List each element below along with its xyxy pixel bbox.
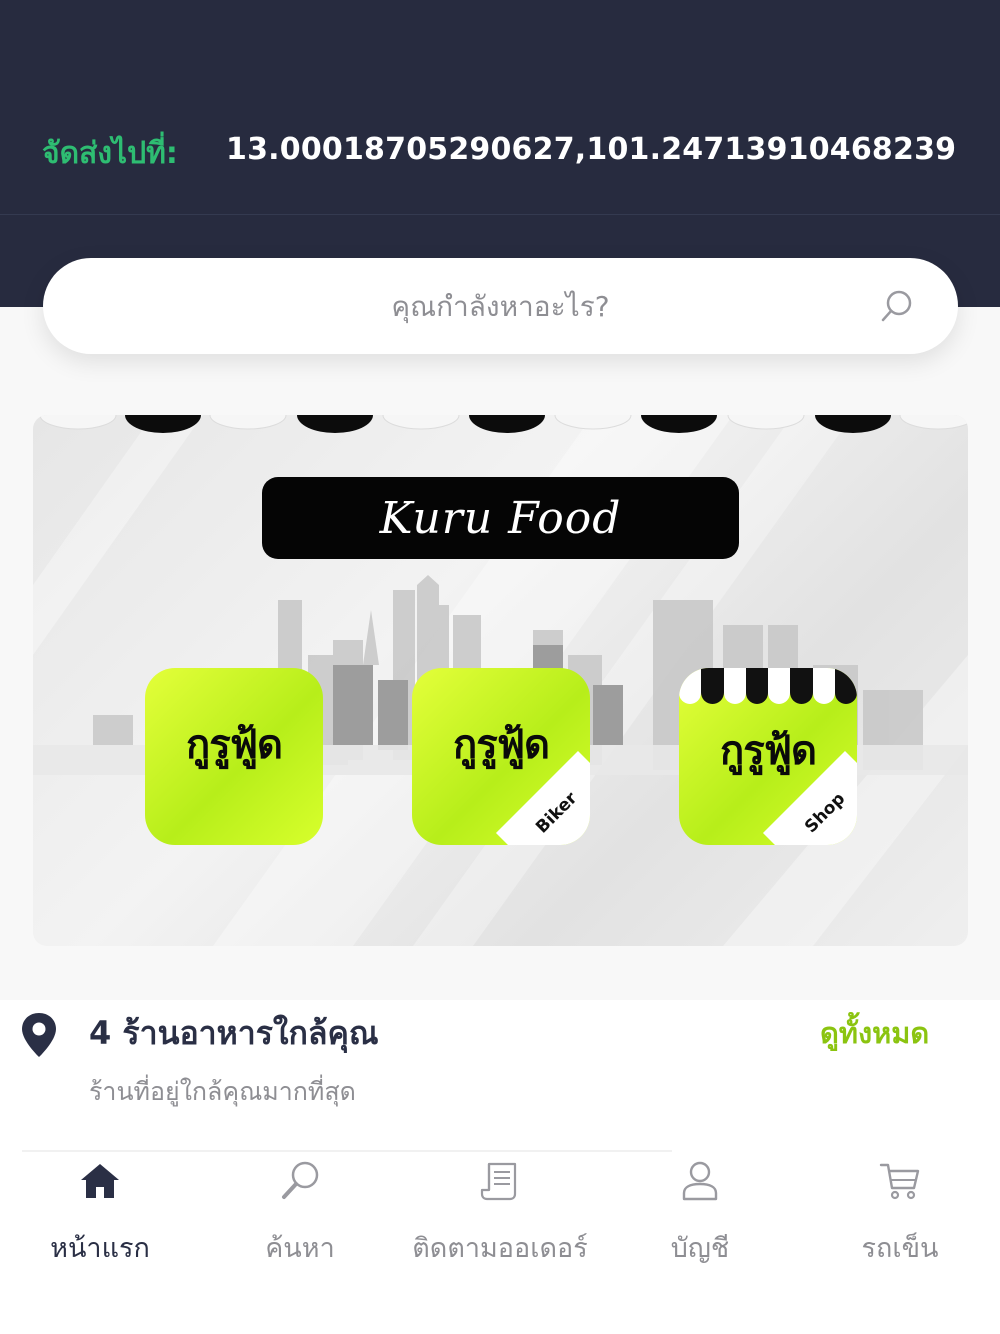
search-input[interactable] — [43, 258, 958, 354]
nearby-subtitle: ร้านที่อยู่ใกล้คุณมากที่สุด — [89, 1077, 356, 1106]
banner-title-box: Kuru Food — [262, 477, 739, 559]
nav-label-account: บัญชี — [670, 1233, 730, 1264]
bottom-navigation: หน้าแรก ค้นหา ติดตามออเดอร์ บัญชี รถเข็น — [0, 1150, 1000, 1334]
shop-awning — [679, 668, 857, 704]
deliver-to-label: จัดส่งไปที่: — [42, 136, 178, 171]
nav-label-search: ค้นหา — [265, 1233, 335, 1264]
home-icon — [81, 1164, 119, 1198]
nav-label-cart: รถเข็น — [861, 1233, 939, 1264]
banner-title: Kuru Food — [379, 492, 622, 544]
magnifier-icon — [282, 1161, 319, 1199]
location-pin-icon — [22, 1013, 56, 1057]
header-divider — [0, 214, 1000, 215]
kuru-food-app-tile[interactable]: กูรูฟู้ด — [145, 668, 323, 845]
receipt-icon — [480, 1162, 517, 1201]
nav-item-cart[interactable]: รถเข็น — [800, 1160, 1000, 1270]
nav-item-track-order[interactable]: ติดตามออเดอร์ — [400, 1160, 600, 1270]
cart-icon — [879, 1163, 920, 1200]
nav-item-search[interactable]: ค้นหา — [200, 1160, 400, 1270]
delivery-location[interactable]: 13.00018705290627,101.24713910468239 — [226, 132, 956, 167]
kuru-food-biker-app-tile[interactable]: กูรูฟู้ด Biker — [412, 668, 590, 845]
app-brand-text: กูรูฟู้ด — [186, 722, 283, 768]
nav-item-account[interactable]: บัญชี — [600, 1160, 800, 1270]
promo-banner[interactable]: Kuru Food กูรูฟู้ด กูรูฟู้ด Biker กูรูฟู… — [33, 415, 968, 946]
kuru-food-shop-app-tile[interactable]: กูรูฟู้ด Shop — [679, 668, 857, 845]
user-icon — [682, 1161, 718, 1201]
search-icon[interactable] — [880, 288, 916, 324]
see-all-link[interactable]: ดูทั้งหมด — [820, 1010, 929, 1056]
nav-item-home[interactable]: หน้าแรก — [0, 1160, 200, 1270]
nav-divider — [22, 1150, 672, 1152]
nearby-title: 4 ร้านอาหารใกล้คุณ — [89, 1014, 379, 1052]
nav-label-track-order: ติดตามออเดอร์ — [412, 1233, 588, 1264]
search-bar[interactable] — [43, 258, 958, 354]
nav-label-home: หน้าแรก — [50, 1233, 150, 1264]
